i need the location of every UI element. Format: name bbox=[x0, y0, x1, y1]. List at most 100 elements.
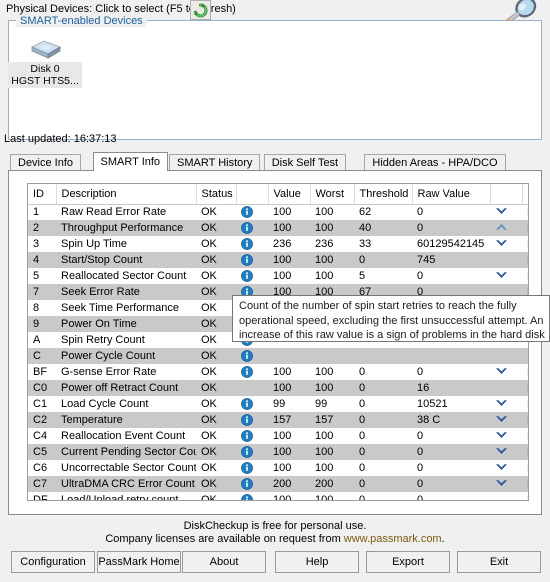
cell-predicted-tec-date: N/A bbox=[522, 236, 528, 252]
cell-status: OK bbox=[196, 444, 236, 460]
cell-info[interactable] bbox=[236, 444, 268, 460]
cell-trend bbox=[490, 348, 522, 364]
column-header-worst[interactable]: Worst bbox=[310, 184, 355, 205]
info-icon[interactable] bbox=[241, 365, 253, 378]
cell-trend bbox=[490, 444, 522, 460]
cell-description: Throughput Performance bbox=[56, 220, 196, 236]
cell-threshold: 0 bbox=[354, 396, 412, 412]
info-icon[interactable] bbox=[241, 461, 253, 474]
cell-worst: 100 bbox=[310, 460, 354, 476]
info-icon[interactable] bbox=[241, 237, 253, 250]
tab-device-info[interactable]: Device Info bbox=[10, 154, 82, 171]
cell-threshold bbox=[354, 348, 412, 364]
info-icon[interactable] bbox=[241, 221, 253, 234]
table-row[interactable]: DFLoad/Unload retry countOK10010000N/A bbox=[28, 492, 528, 502]
cell-id: C6 bbox=[28, 460, 56, 476]
table-row[interactable]: BFG-sense Error RateOK10010000N/A bbox=[28, 364, 528, 380]
hard-disk-icon bbox=[31, 40, 61, 59]
info-icon[interactable] bbox=[241, 493, 253, 502]
table-row[interactable]: 5Reallocated Sector CountOK10010050N/A bbox=[28, 268, 528, 284]
cell-id: C5 bbox=[28, 444, 56, 460]
column-header-status[interactable]: Status bbox=[196, 184, 237, 205]
cell-info[interactable] bbox=[236, 268, 268, 284]
table-row[interactable]: C Power Cycle Count OK bbox=[28, 348, 528, 364]
cell-info[interactable] bbox=[236, 364, 268, 380]
info-icon[interactable] bbox=[241, 477, 253, 490]
info-icon[interactable] bbox=[241, 205, 253, 218]
cell-info[interactable] bbox=[236, 220, 268, 236]
cell-id: C0 bbox=[28, 380, 56, 396]
cell-id: C7 bbox=[28, 476, 56, 492]
cell-status: OK bbox=[196, 252, 236, 268]
cell-info[interactable] bbox=[236, 396, 268, 412]
table-row[interactable]: C0Power off Retract CountOK100100016N/A bbox=[28, 380, 528, 396]
cell-status: OK bbox=[196, 380, 236, 396]
cell-raw-value: 0 bbox=[412, 460, 490, 476]
column-header-info[interactable] bbox=[236, 184, 269, 205]
help-button[interactable]: Help bbox=[275, 551, 359, 573]
table-row[interactable]: C4Reallocation Event CountOK10010000N/A bbox=[28, 428, 528, 444]
cell-info[interactable] bbox=[236, 476, 268, 492]
cell-info[interactable] bbox=[236, 412, 268, 428]
trend-down-icon bbox=[496, 399, 507, 406]
cell-info[interactable] bbox=[236, 460, 268, 476]
refresh-button[interactable] bbox=[190, 0, 211, 20]
cell-info[interactable] bbox=[236, 252, 268, 268]
cell-trend bbox=[490, 396, 522, 412]
cell-info[interactable] bbox=[236, 348, 268, 364]
table-row[interactable]: 2Throughput PerformanceOK100100400N/A bbox=[28, 220, 528, 236]
table-row[interactable]: C1Load Cycle CountOK9999010521N/A bbox=[28, 396, 528, 412]
table-row[interactable]: 1Raw Read Error RateOK100100620N/A bbox=[28, 204, 528, 220]
cell-info[interactable] bbox=[236, 492, 268, 502]
table-row[interactable]: 4Start/Stop CountOK1001000745N/A bbox=[28, 252, 528, 268]
tab-smart-info[interactable]: SMART Info bbox=[92, 152, 169, 171]
cell-threshold: 0 bbox=[354, 412, 412, 428]
cell-status: OK bbox=[196, 220, 236, 236]
cell-status: OK bbox=[196, 396, 236, 412]
table-row[interactable]: C7UltraDMA CRC Error CountOK20020000N/A bbox=[28, 476, 528, 492]
cell-info[interactable] bbox=[236, 236, 268, 252]
column-header-description[interactable]: Description bbox=[56, 184, 197, 205]
cell-description: Raw Read Error Rate bbox=[56, 204, 196, 220]
info-icon[interactable] bbox=[241, 429, 253, 442]
column-header-trend[interactable] bbox=[490, 184, 523, 205]
passmark-home-button[interactable]: PassMark Home bbox=[97, 551, 181, 573]
cell-id: BF bbox=[28, 364, 56, 380]
configuration-button[interactable]: Configuration bbox=[11, 551, 95, 573]
exit-button[interactable]: Exit bbox=[457, 551, 541, 573]
cell-worst: 236 bbox=[310, 236, 354, 252]
cell-status: OK bbox=[196, 268, 236, 284]
cell-info[interactable] bbox=[236, 204, 268, 220]
column-header-predicted-tec-date[interactable]: Predicted TEC Date bbox=[522, 184, 528, 205]
table-row[interactable]: C5 Current Pending Sector Count OK 100 100 0 0… bbox=[28, 444, 528, 460]
column-header-raw-value[interactable]: Raw Value bbox=[412, 184, 491, 205]
table-row[interactable]: C2TemperatureOK157157038 CN/A bbox=[28, 412, 528, 428]
tab-disk-self-test[interactable]: Disk Self Test bbox=[263, 154, 347, 171]
cell-trend bbox=[490, 364, 522, 380]
tab-hidden-areas-hpa-dco[interactable]: Hidden Areas - HPA/DCO bbox=[364, 154, 506, 171]
table-row[interactable]: 3Spin Up TimeOK2362363360129542145N/A bbox=[28, 236, 528, 252]
device-tile-disk0[interactable]: Disk 0 HGST HTS5... bbox=[8, 38, 82, 90]
export-button[interactable]: Export bbox=[366, 551, 450, 573]
info-icon[interactable] bbox=[241, 445, 253, 458]
cell-worst bbox=[310, 348, 354, 364]
info-icon[interactable] bbox=[241, 397, 253, 410]
cell-info[interactable] bbox=[236, 428, 268, 444]
info-icon[interactable] bbox=[241, 253, 253, 266]
cell-worst: 100 bbox=[310, 380, 354, 396]
info-icon[interactable] bbox=[241, 269, 253, 282]
info-icon[interactable] bbox=[241, 413, 253, 426]
column-header-value[interactable]: Value bbox=[268, 184, 311, 205]
column-header-id[interactable]: ID bbox=[28, 184, 57, 205]
tab-smart-history[interactable]: SMART History bbox=[169, 154, 261, 171]
cell-worst: 100 bbox=[310, 252, 354, 268]
cell-threshold: 0 bbox=[354, 428, 412, 444]
table-row[interactable]: C6Uncorrectable Sector CountOK10010000N/… bbox=[28, 460, 528, 476]
cell-predicted-tec-date: N/A bbox=[522, 492, 528, 500]
info-icon[interactable] bbox=[241, 349, 253, 362]
passmark-website-link[interactable]: www.passmark.com bbox=[344, 533, 442, 545]
cell-trend bbox=[490, 268, 522, 284]
smart-attributes-grid[interactable]: ID Description Status Value Worst Thresh… bbox=[27, 183, 529, 501]
about-button[interactable]: About bbox=[182, 551, 266, 573]
column-header-threshold[interactable]: Threshold bbox=[354, 184, 413, 205]
